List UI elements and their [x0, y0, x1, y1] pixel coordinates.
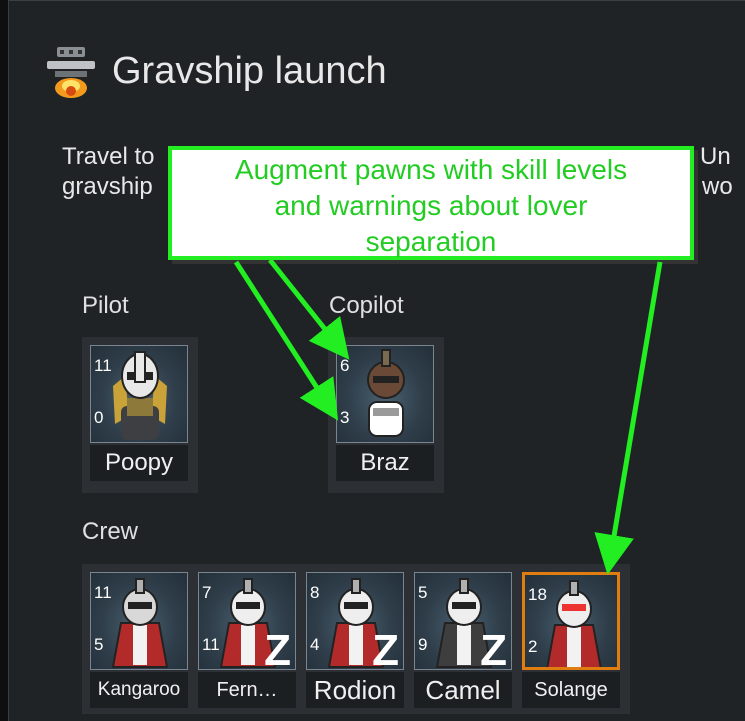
annotation-arrows — [233, 258, 663, 575]
arrow-line — [594, 261, 663, 575]
arrow-line — [233, 260, 339, 421]
